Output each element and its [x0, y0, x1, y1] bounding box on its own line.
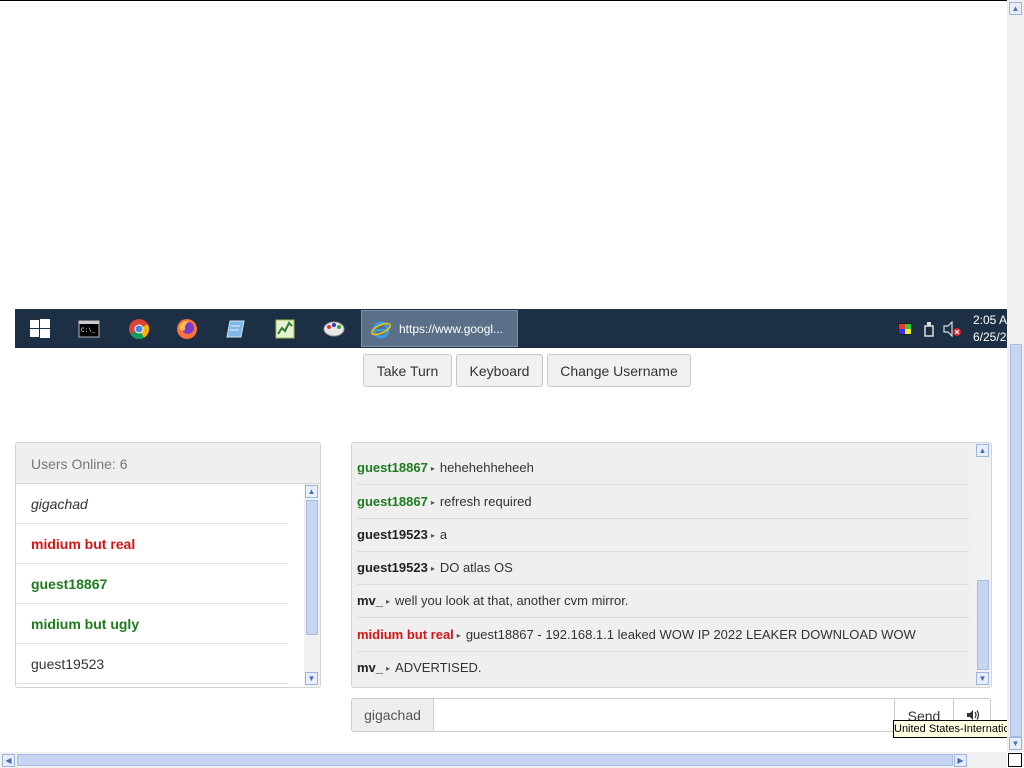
- scroll-down-icon[interactable]: ▼: [305, 672, 318, 685]
- chat-panel[interactable]: guest18867 ▸ hehehehheheeh guest18867 ▸ refr…: [351, 442, 992, 688]
- scroll-up-icon[interactable]: ▲: [305, 485, 318, 498]
- terminal-icon[interactable]: C:\_: [78, 318, 100, 340]
- firefox-icon[interactable]: [176, 318, 198, 340]
- taskbar-task-browser[interactable]: https://www.googl...: [361, 310, 518, 347]
- chat-scrollbar[interactable]: ▲ ▼: [975, 443, 991, 687]
- chat-message-user[interactable]: mv_: [357, 593, 383, 608]
- message-arrow-icon: ▸: [430, 464, 435, 473]
- vm-screen[interactable]: [0, 0, 1007, 310]
- chat-message-text: DO atlas OS: [439, 560, 513, 575]
- page-horizontal-scrollbar[interactable]: ◀ ▶: [0, 752, 1007, 768]
- scroll-right-icon[interactable]: ▶: [954, 754, 967, 767]
- chat-message-user[interactable]: mv_: [357, 660, 383, 675]
- usb-device-icon[interactable]: [922, 321, 936, 337]
- chat-message: guest18867 ▸ refresh required: [357, 485, 969, 519]
- paint-icon[interactable]: [323, 318, 345, 340]
- user-list-item[interactable]: guest19523: [16, 644, 288, 684]
- chat-message-user[interactable]: guest18867: [357, 494, 428, 509]
- chat-message: guest19523 ▸ DO atlas OS: [357, 551, 969, 585]
- chat-message-user[interactable]: midium but real: [357, 627, 454, 642]
- chat-message-user[interactable]: guest19523: [357, 527, 428, 542]
- user-list-item[interactable]: guest18867: [16, 564, 288, 604]
- chat-input[interactable]: [434, 698, 895, 732]
- users-scroll-thumb[interactable]: [306, 500, 318, 635]
- chat-message-text: a: [439, 527, 448, 542]
- chrome-icon[interactable]: [128, 318, 150, 340]
- color-tray-icon[interactable]: [897, 321, 913, 337]
- windows-start-icon[interactable]: [29, 318, 51, 340]
- svg-text:C:\_: C:\_: [81, 327, 96, 334]
- take-turn-button[interactable]: Take Turn: [363, 354, 452, 387]
- user-list-item[interactable]: gigachad: [16, 484, 288, 524]
- internet-explorer-icon: [371, 321, 391, 339]
- chat-message-text: hehehehheheeh: [439, 460, 534, 475]
- message-arrow-icon: ▸: [430, 498, 435, 507]
- scroll-up-icon[interactable]: ▲: [1009, 2, 1022, 15]
- users-online-header: Users Online: 6: [16, 443, 320, 484]
- chat-scroll-thumb[interactable]: [977, 580, 989, 670]
- chat-message: mv_ ▸ well you look at that, another cvm m…: [357, 584, 969, 618]
- page-vertical-scrollbar[interactable]: ▲ ▼: [1007, 0, 1024, 752]
- user-list-item[interactable]: midium but real: [16, 524, 288, 564]
- task-manager-icon[interactable]: [274, 318, 296, 340]
- page-vscroll-thumb[interactable]: [1010, 344, 1022, 737]
- chat-message-user[interactable]: guest18867: [357, 460, 428, 475]
- change-username-button[interactable]: Change Username: [547, 354, 691, 387]
- notepad-icon[interactable]: [225, 318, 247, 340]
- scroll-down-icon[interactable]: ▼: [1009, 737, 1022, 750]
- chat-message: guest18867 ▸ hehehehheheeh: [357, 451, 969, 485]
- volume-muted-icon[interactable]: [943, 321, 961, 337]
- keyboard-button[interactable]: Keyboard: [456, 354, 543, 387]
- clock-date: 6/25/20: [973, 330, 1007, 344]
- keyboard-layout-tooltip: United States-International: [893, 720, 1023, 738]
- taskbar-clock[interactable]: 2:05 A 6/25/20: [973, 312, 1007, 346]
- message-arrow-icon: ▸: [430, 564, 435, 573]
- scroll-up-icon[interactable]: ▲: [976, 444, 989, 457]
- chat-message-user[interactable]: guest19523: [357, 560, 428, 575]
- chat-message-text: well you look at that, another cvm mirro…: [395, 593, 629, 608]
- chat-message-text: refresh required: [439, 494, 532, 509]
- scrollbar-corner: [1007, 752, 1024, 768]
- message-arrow-icon: ▸: [386, 597, 391, 606]
- users-online-panel: Users Online: 6 gigachad midium but real…: [15, 442, 321, 688]
- chat-message: guest19523 ▸ a: [357, 518, 969, 552]
- chat-message: midium but real ▸ guest18867 - 192.168.1.1…: [357, 618, 969, 652]
- chat-message-text: ADVERTISED.: [395, 660, 482, 675]
- vm-taskbar[interactable]: C:\_ https://www.googl... 2:05 A 6/25/2: [15, 309, 1007, 348]
- message-arrow-icon: ▸: [386, 664, 391, 673]
- page-hscroll-thumb[interactable]: [17, 754, 953, 766]
- message-arrow-icon: ▸: [456, 631, 461, 640]
- users-scrollbar[interactable]: ▲ ▼: [304, 484, 320, 687]
- chat-message-text: guest18867 - 192.168.1.1 leaked WOW IP 2…: [465, 627, 916, 642]
- current-username: gigachad: [351, 698, 434, 732]
- scroll-down-icon[interactable]: ▼: [976, 672, 989, 685]
- clock-time: 2:05 A: [973, 313, 1007, 327]
- user-list-item[interactable]: midium but ugly: [16, 604, 288, 644]
- scroll-left-icon[interactable]: ◀: [2, 754, 15, 767]
- taskbar-task-label: https://www.googl...: [399, 322, 504, 336]
- chat-message: mv_ ▸ ADVERTISED.: [357, 651, 969, 684]
- message-arrow-icon: ▸: [430, 531, 435, 540]
